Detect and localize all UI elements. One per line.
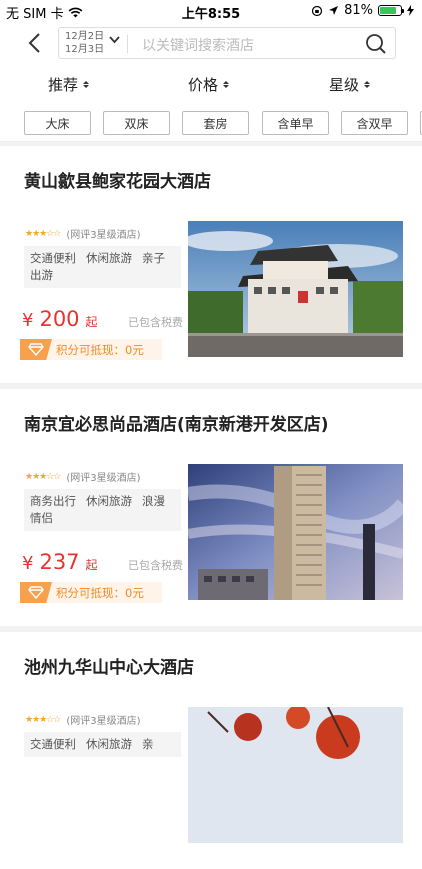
sort-arrows-icon (364, 81, 371, 88)
price: ¥ 200 起 (22, 307, 98, 331)
points-text: 积分可抵现：0元 (56, 585, 144, 600)
hotel-card[interactable]: 黄山歙县鲍家花园大酒店 ★★★☆☆ (网评3星级酒店) 交通便利 休闲旅游 亲子出游… (0, 146, 422, 383)
sort-price[interactable]: 价格 (188, 74, 230, 95)
search-input[interactable]: 以关键词搜索酒店 (142, 35, 254, 55)
rotation-lock-icon (311, 5, 323, 16)
rating-row: ★★★☆☆ (网评3星级酒店) (25, 712, 141, 728)
date-range-picker[interactable]: 12月2日 12月3日 (65, 30, 104, 56)
diamond-icon (20, 582, 52, 603)
points-text: 积分可抵现：0元 (56, 342, 144, 357)
tag: 休闲旅游 (86, 251, 132, 265)
rating-row: ★★★☆☆ (网评3星级酒店) (25, 469, 141, 485)
charging-bolt-icon (407, 5, 414, 16)
tag: 休闲旅游 (86, 494, 132, 508)
sort-arrows-icon (83, 81, 90, 88)
price-value: 200 (39, 307, 80, 331)
chevron-left-icon (28, 33, 40, 53)
tag: 商务出行 (30, 494, 76, 508)
hotel-photo[interactable] (188, 707, 403, 843)
hotel-photo[interactable] (188, 221, 403, 357)
filter-chip-king-bed[interactable]: 大床 (24, 111, 91, 135)
rating-text: (网评3星级酒店) (66, 230, 141, 241)
sort-stars[interactable]: 星级 (329, 74, 371, 95)
location-arrow-icon (329, 6, 339, 15)
sort-bar: 推荐 价格 星级 (0, 64, 422, 104)
battery-percent: 81% (344, 3, 373, 18)
rating-text: (网评3星级酒店) (66, 473, 141, 484)
hotel-photo[interactable] (188, 464, 403, 600)
search-box[interactable]: 12月2日 12月3日 以关键词搜索酒店 (58, 27, 396, 59)
filter-chip-double-breakfast[interactable]: 含双早 (341, 111, 408, 135)
sort-recommend-label: 推荐 (48, 76, 79, 94)
star-rating-icon: ★★★☆☆ (25, 714, 61, 725)
star-rating-icon: ★★★☆☆ (25, 228, 61, 239)
tag: 亲 (142, 737, 154, 751)
status-bar: 无 SIM 卡 上午8:55 81% (0, 0, 422, 22)
hotel-tags: 交通便利 休闲旅游 亲子出游 (24, 246, 181, 288)
checkout-date: 12月3日 (65, 44, 105, 55)
hotel-name: 南京宜必思尚品酒店(南京新港开发区店) (24, 415, 329, 435)
rating-row: ★★★☆☆ (网评3星级酒店) (25, 226, 141, 242)
price-suffix: 起 (85, 558, 98, 572)
currency-symbol: ¥ (22, 310, 34, 331)
filter-chip-twin-bed[interactable]: 双床 (103, 111, 170, 135)
price-suffix: 起 (85, 315, 98, 329)
hotel-card[interactable]: 南京宜必思尚品酒店(南京新港开发区店) ★★★☆☆ (网评3星级酒店) 商务出行… (0, 389, 422, 626)
rating-text: (网评3星级酒店) (66, 716, 141, 727)
search-icon[interactable] (365, 33, 387, 55)
hotel-tags: 交通便利 休闲旅游亲 (24, 732, 181, 757)
filter-chip-suite[interactable]: 套房 (182, 111, 249, 135)
sort-arrows-icon (223, 81, 230, 88)
hotel-card[interactable]: 池州九华山中心大酒店 ★★★☆☆ (网评3星级酒店) 交通便利 休闲旅游亲 (0, 632, 422, 869)
battery-icon (378, 5, 404, 16)
points-badge: 积分可抵现：0元 (20, 582, 162, 603)
filter-bar: 大床 双床 套房 含单早 含双早 (0, 104, 422, 142)
sort-stars-label: 星级 (329, 76, 360, 94)
price: ¥ 237 起 (22, 550, 98, 574)
hotel-tags: 商务出行 休闲旅游 浪漫情侣 (24, 489, 181, 531)
back-button[interactable] (24, 30, 48, 56)
tag: 交通便利 (30, 737, 76, 751)
search-divider (127, 35, 128, 53)
search-header: 12月2日 12月3日 以关键词搜索酒店 (0, 22, 422, 64)
hotel-name: 黄山歙县鲍家花园大酒店 (24, 172, 211, 192)
tax-note: 已包含税费 (128, 316, 183, 329)
diamond-icon (20, 339, 52, 360)
star-rating-icon: ★★★☆☆ (25, 471, 61, 482)
sort-price-label: 价格 (188, 76, 219, 94)
sort-recommend[interactable]: 推荐 (48, 74, 90, 95)
tag: 交通便利 (30, 251, 76, 265)
currency-symbol: ¥ (22, 553, 34, 574)
filter-chip-single-breakfast[interactable]: 含单早 (262, 111, 329, 135)
tax-note: 已包含税费 (128, 559, 183, 572)
price-value: 237 (39, 550, 80, 574)
checkin-date: 12月2日 (65, 31, 105, 42)
points-badge: 积分可抵现：0元 (20, 339, 162, 360)
tag: 休闲旅游 (86, 737, 132, 751)
chevron-down-icon[interactable] (109, 36, 120, 44)
hotel-name: 池州九华山中心大酒店 (24, 658, 194, 678)
